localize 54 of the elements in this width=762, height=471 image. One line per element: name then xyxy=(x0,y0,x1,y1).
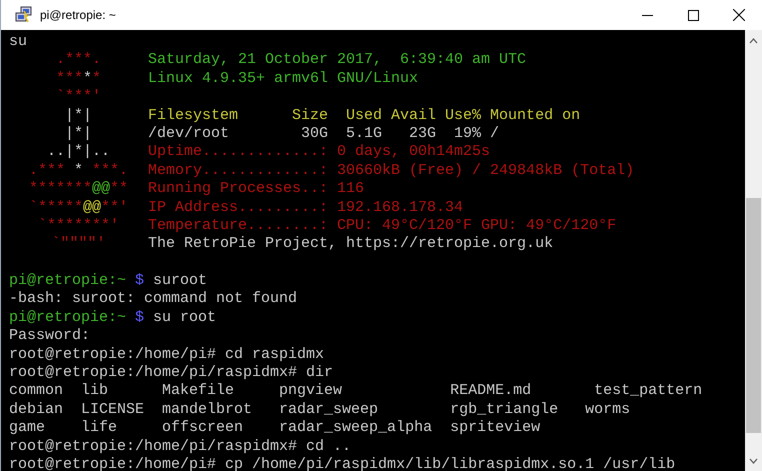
terminal-text: Saturday, 21 October 2017, 6:39:40 am UTC xyxy=(148,51,526,68)
ascii-art: *** xyxy=(56,70,83,88)
ascii-art: * xyxy=(74,162,83,180)
minimize-icon xyxy=(642,14,652,16)
ascii-art: @@ xyxy=(92,180,110,199)
scroll-down-icon[interactable] xyxy=(749,458,758,464)
ascii-art: |*| xyxy=(64,124,92,144)
ascii-art: ** xyxy=(110,180,128,199)
terminal-text: Memory.............: 30660kB (Free) / 249848kB (Total) xyxy=(148,162,634,179)
terminal-text: root@retropie:/home/pi# cd raspidmx xyxy=(9,346,324,364)
terminal-text: game life offscreen radar_sweep_alpha spriteview xyxy=(9,419,540,438)
maximize-icon xyxy=(688,10,698,20)
ascii-art: `***' xyxy=(56,88,101,107)
scrollbar[interactable] xyxy=(745,30,762,471)
terminal-text: /dev/root 30G 5.1G 23G 19% / xyxy=(148,124,500,142)
ascii-art: * xyxy=(82,70,92,88)
terminal-text: common lib Makefile pngview README.md test_pattern xyxy=(9,382,702,401)
ascii-art: ***. xyxy=(91,162,128,180)
terminal-text: The RetroPie Project, https://retropie.org.uk xyxy=(148,235,554,252)
terminal-text: $ xyxy=(135,308,144,328)
ascii-art: ..|*|.. xyxy=(46,143,110,162)
terminal-text: Running Processes..: 116 xyxy=(148,180,364,198)
terminal-text: Linux 4.9.35+ armv6l GNU/Linux xyxy=(148,70,418,87)
close-icon xyxy=(733,9,745,21)
computers-icon xyxy=(15,6,33,24)
terminal-text: su root xyxy=(153,308,216,328)
terminal-text: root@retropie:/home/pi# cp /home/pi/raspidmx/lib/libraspidmx.so.1 /usr/lib xyxy=(9,456,676,471)
terminal-text: su xyxy=(9,33,28,52)
terminal-text: Filesystem Size Used Avail Use% Mounted on xyxy=(148,106,580,124)
terminal-text: Temperature........: CPU: 49°C/120°F GPU: 49°C/120°F xyxy=(148,216,616,234)
ascii-art: **' xyxy=(101,198,128,217)
scroll-up-icon[interactable] xyxy=(749,38,758,44)
window-title: pi@retropie: ~ xyxy=(40,7,116,24)
ascii-art: .*** xyxy=(28,162,66,180)
terminal-text: IP Address.........: 192.168.178.34 xyxy=(148,198,464,216)
terminal-text: pi@retropie:~ xyxy=(9,308,126,328)
ascii-art: * xyxy=(92,70,102,88)
terminal-text: pi@retropie:~ xyxy=(9,272,126,290)
terminal-text: Uptime.............: 0 days, 00h14m25s xyxy=(148,143,490,160)
terminal-text: suroot xyxy=(153,272,208,290)
terminal-text: root@retropie:/home/pi/raspidmx# dir xyxy=(9,364,334,382)
ascii-art: ******* xyxy=(28,180,92,199)
ascii-art: `*******' xyxy=(38,216,119,236)
ascii-art: .***. xyxy=(56,51,101,70)
ascii-art: `""""' xyxy=(51,235,106,254)
terminal-text: Password: xyxy=(9,327,90,346)
ascii-art: @@ xyxy=(82,198,101,217)
terminal-text: debian LICENSE mandelbrot radar_sweep rgb_triangle worms xyxy=(9,400,630,420)
terminal-text: root@retropie:/home/pi/raspidmx# cd .. xyxy=(9,438,352,456)
ascii-art: `***** xyxy=(28,198,83,217)
terminal-text: $ xyxy=(135,272,144,290)
scrollbar-thumb[interactable] xyxy=(746,198,761,433)
ascii-art: |*| xyxy=(64,106,92,125)
terminal-text: -bash: suroot: command not found xyxy=(9,290,298,309)
